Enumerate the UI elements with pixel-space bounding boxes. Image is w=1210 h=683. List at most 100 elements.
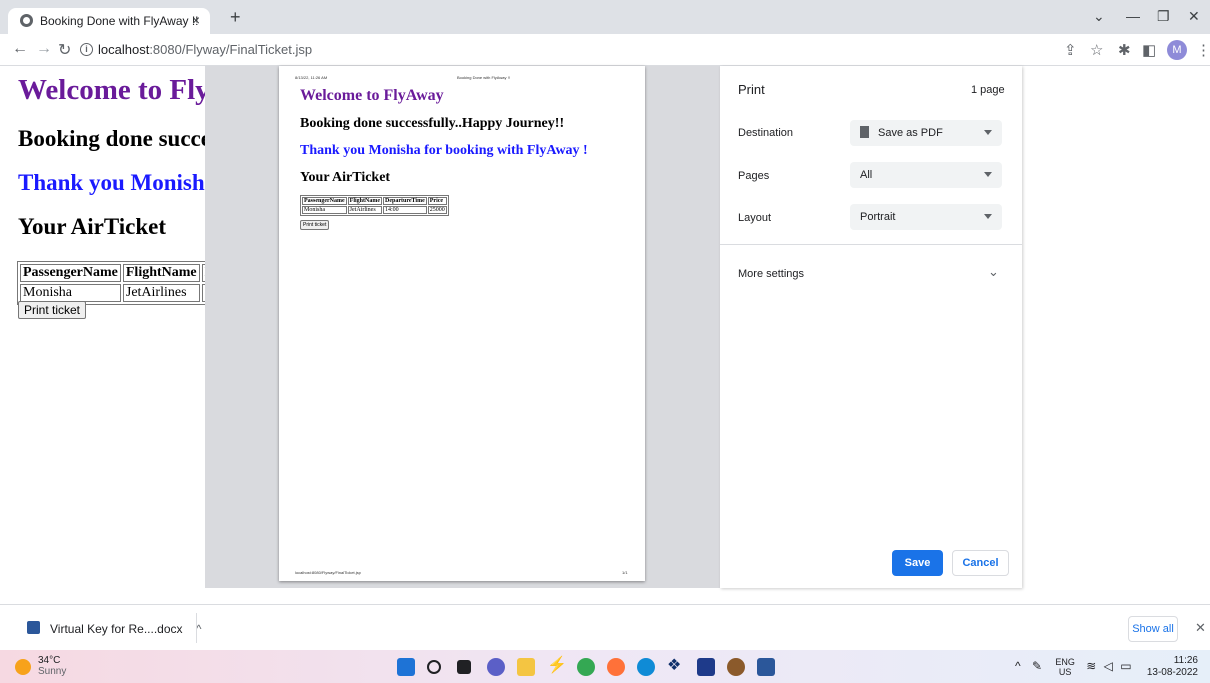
destination-value: Save as PDF [878,127,943,139]
table-header: Price [427,197,447,205]
pages-value: All [860,169,873,181]
table-cell: JetAirlines [122,284,200,302]
system-tray: ^ ✎ ENG US ≋ ◁ ▭ [1015,657,1132,677]
avatar[interactable]: M [1167,40,1187,60]
destination-select[interactable]: Save as PDF [850,120,1002,146]
table-header: PassengerName [20,264,121,282]
window-close-icon[interactable]: ✕ [1188,8,1200,25]
maximize-icon[interactable]: ❐ [1157,8,1170,25]
print-preview-area: 8/13/22, 11:26 AM Booking Done with FlyA… [205,66,722,588]
chevron-down-icon [984,214,992,219]
download-item[interactable]: Virtual Key for Re....docx ^ [24,621,202,636]
globe-icon [20,14,33,27]
chevron-up-icon[interactable]: ^ [1015,659,1021,673]
preview-footer-url: localhost:8080/Flyway/FinalTicket.jsp [295,570,361,575]
firefox-icon[interactable] [607,658,625,676]
chat-icon[interactable] [487,658,505,676]
task-view-icon[interactable] [457,660,471,674]
info-icon[interactable]: i [80,43,93,56]
pages-label: Pages [738,170,770,182]
file-explorer-icon[interactable] [517,658,535,676]
navigation-bar: ← → ↻ i localhost:8080/Flyway/FinalTicke… [0,34,1210,66]
reload-icon[interactable]: ↻ [58,40,71,60]
show-all-button[interactable]: Show all [1128,616,1178,642]
browser-tab[interactable]: Booking Done with FlyAway !! × [8,8,210,34]
chevron-down-icon [984,172,992,177]
search-icon[interactable] [427,660,441,674]
destination-label: Destination [738,127,794,139]
chevron-down-icon [984,130,992,135]
table-header: FlightName [122,264,200,282]
downloads-bar: Virtual Key for Re....docx ^ Show all ✕ [0,604,1210,650]
bookmark-star-icon[interactable]: ☆ [1090,41,1103,59]
table-header: DepartureTime [382,197,427,205]
weather-widget[interactable]: 34°C Sunny [38,655,66,677]
lang-bottom: US [1058,667,1072,677]
app-icon[interactable] [727,658,745,676]
tab-bar: Booking Done with FlyAway !! × + ⌄ — ❐ ✕ [0,0,1210,34]
air-ticket-heading: Your AirTicket [18,214,167,239]
chevron-down-icon: ⌄ [988,264,999,279]
minimize-icon[interactable]: — [1126,8,1140,24]
windows-start-icon[interactable] [397,658,415,676]
pen-icon[interactable]: ✎ [1032,659,1042,673]
url-host: localhost [98,42,150,57]
volume-icon[interactable]: ◁ [1104,659,1113,673]
sun-icon [15,659,31,675]
table-header-row: PassengerName FlightName DepartureTime P… [302,197,447,205]
save-button[interactable]: Save [892,550,943,576]
word-document-icon [27,621,40,634]
clock-date: 13-08-2022 [1146,667,1198,678]
word-icon[interactable] [757,658,775,676]
address-bar[interactable]: localhost:8080/Flyway/FinalTicket.jsp [98,42,312,57]
table-cell: Monisha [20,284,121,302]
preview-ticket-table: PassengerName FlightName DepartureTime P… [300,195,449,216]
side-panel-icon[interactable]: ◧ [1142,41,1156,59]
close-icon[interactable]: ✕ [1195,620,1206,636]
table-header: PassengerName [302,197,347,205]
extensions-icon[interactable]: ✱ [1118,41,1131,59]
lightning-app-icon[interactable]: ⚡ [547,655,567,674]
forward-arrow-icon[interactable]: → [36,40,52,58]
taskbar: 34°C Sunny ⚡ ❖ ^ ✎ ENG US ≋ ◁ ▭ 11:26 13… [0,650,1210,683]
print-title: Print [738,82,765,97]
back-arrow-icon[interactable]: ← [12,40,28,58]
more-settings-toggle[interactable]: More settings ⌄ [720,260,1022,288]
battery-icon[interactable]: ▭ [1120,659,1131,673]
preview-booking-done-heading: Booking done successfully..Happy Journey… [300,116,565,131]
lang-top: ENG [1055,657,1075,667]
clock[interactable]: 11:26 13-08-2022 [1147,655,1198,679]
table-cell: Monisha [302,206,347,214]
tab-search-icon[interactable]: ⌄ [1093,8,1105,25]
new-tab-button[interactable]: + [230,7,241,28]
language-indicator[interactable]: ENG US [1055,657,1075,677]
app-icon[interactable] [697,658,715,676]
print-dialog: Print 1 page Destination Save as PDF Pag… [720,66,1022,588]
download-item-name: Virtual Key for Re....docx [50,622,183,636]
layout-value: Portrait [860,211,896,223]
preview-page: 8/13/22, 11:26 AM Booking Done with FlyA… [279,66,645,581]
chrome-icon[interactable] [577,658,595,676]
pages-select[interactable]: All [850,162,1002,188]
weather-condition: Sunny [38,666,67,677]
cancel-button[interactable]: Cancel [952,550,1009,576]
edge-icon[interactable] [637,658,655,676]
preview-footer-page: 1/1 [622,570,628,575]
share-icon[interactable]: ⇪ [1064,41,1077,59]
table-cell: 14:00 [382,206,427,214]
menu-kebab-icon[interactable]: ⋮ [1196,41,1210,59]
more-settings-label: More settings [738,268,805,280]
clock-time: 11:26 [1173,655,1198,666]
layout-select[interactable]: Portrait [850,204,1002,230]
dropbox-icon[interactable]: ❖ [667,655,685,674]
temperature: 34°C [38,655,61,666]
wifi-icon[interactable]: ≋ [1086,659,1096,673]
preview-header-title: Booking Done with FlyAway !! [457,75,510,80]
print-ticket-button[interactable]: Print ticket [18,301,87,319]
table-cell: 25000 [427,206,447,214]
preview-thank-you-heading: Thank you Monisha for booking with FlyAw… [300,143,588,158]
preview-air-ticket-heading: Your AirTicket [300,170,391,185]
table-header: FlightName [347,197,382,205]
tab-close-button[interactable]: × [192,12,200,28]
preview-print-ticket-button: Print ticket [300,220,330,230]
